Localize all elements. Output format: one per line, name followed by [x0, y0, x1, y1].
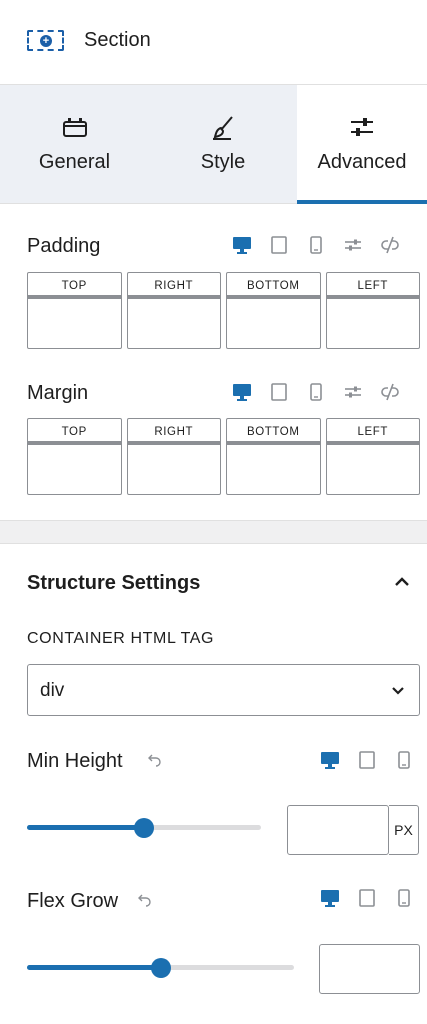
- sliders-settings-icon[interactable]: [343, 382, 363, 402]
- mobile-icon[interactable]: [394, 750, 414, 770]
- margin-top-input[interactable]: [28, 449, 121, 494]
- padding-top-field[interactable]: TOP: [27, 272, 122, 349]
- margin-right-field[interactable]: RIGHT: [126, 418, 221, 495]
- flex-grow-input[interactable]: [319, 944, 420, 994]
- tab-advanced[interactable]: Advanced: [297, 85, 427, 204]
- flex-grow-device-switcher: [320, 888, 414, 908]
- tab-label: Style: [200, 151, 246, 173]
- desktop-icon[interactable]: [320, 888, 340, 908]
- min-height-label: Min Height: [27, 750, 123, 772]
- slider-fill: [27, 825, 144, 830]
- sliders-settings-icon[interactable]: [343, 235, 363, 255]
- section-divider: [0, 520, 427, 544]
- padding-label: Padding: [27, 235, 101, 257]
- unlink-icon[interactable]: [380, 382, 400, 402]
- margin-bottom-field[interactable]: BOTTOM: [226, 418, 321, 495]
- tab-general[interactable]: General: [0, 85, 149, 203]
- reset-icon[interactable]: [145, 752, 163, 770]
- padding-device-switcher: [232, 235, 400, 255]
- min-height-input[interactable]: [287, 805, 389, 855]
- margin-device-switcher: [232, 382, 400, 402]
- padding-top-input[interactable]: [28, 303, 121, 348]
- tablet-icon[interactable]: [357, 750, 377, 770]
- tab-label: Advanced: [317, 151, 407, 173]
- panel-header: + Section: [0, 0, 427, 85]
- padding-bottom-field[interactable]: BOTTOM: [226, 272, 321, 349]
- padding-right-input[interactable]: [128, 303, 221, 348]
- desktop-icon[interactable]: [232, 235, 252, 255]
- tab-label: General: [38, 151, 111, 173]
- margin-inputs: TOP RIGHT BOTTOM LEFT: [27, 418, 420, 495]
- margin-right-input[interactable]: [128, 449, 221, 494]
- block-title: Section: [84, 29, 151, 51]
- tablet-icon[interactable]: [269, 382, 289, 402]
- box-label: RIGHT: [127, 419, 220, 445]
- chevron-up-icon[interactable]: [392, 572, 412, 592]
- mobile-icon[interactable]: [306, 235, 326, 255]
- container-tag-select[interactable]: div: [27, 664, 420, 716]
- slider-handle[interactable]: [134, 817, 154, 838]
- margin-left-input[interactable]: [327, 449, 420, 494]
- inspector-tabs: General Style Advanced: [0, 85, 427, 204]
- margin-label: Margin: [27, 382, 89, 404]
- padding-right-field[interactable]: RIGHT: [126, 272, 221, 349]
- box-label: RIGHT: [127, 273, 220, 299]
- flex-grow-slider[interactable]: [27, 957, 294, 978]
- box-label: LEFT: [326, 273, 419, 299]
- brush-icon: [213, 116, 233, 140]
- tablet-icon[interactable]: [269, 235, 289, 255]
- box-label: TOP: [28, 273, 121, 299]
- slider-fill: [27, 965, 161, 970]
- slider-handle[interactable]: [150, 957, 171, 978]
- desktop-icon[interactable]: [320, 750, 340, 770]
- min-height-device-switcher: [320, 750, 414, 770]
- padding-left-input[interactable]: [327, 303, 420, 348]
- padding-bottom-input[interactable]: [227, 303, 320, 348]
- box-label: LEFT: [326, 419, 419, 445]
- container-tag-label: CONTAINER HTML TAG: [27, 630, 215, 647]
- box-label: TOP: [28, 419, 121, 445]
- desktop-icon[interactable]: [232, 382, 252, 402]
- tablet-icon[interactable]: [357, 888, 377, 908]
- margin-bottom-input[interactable]: [227, 449, 320, 494]
- padding-left-field[interactable]: LEFT: [325, 272, 420, 349]
- toolbox-icon: [62, 118, 87, 137]
- flex-grow-label: Flex Grow: [27, 890, 119, 912]
- sliders-icon: [351, 118, 373, 136]
- box-label: BOTTOM: [227, 419, 320, 445]
- reset-icon[interactable]: [135, 892, 153, 910]
- select-value: div: [40, 680, 65, 701]
- chevron-down-icon: [392, 687, 404, 695]
- tab-style[interactable]: Style: [149, 85, 297, 203]
- structure-settings-title[interactable]: Structure Settings: [27, 572, 200, 595]
- unlink-icon[interactable]: [380, 235, 400, 255]
- unit-selector[interactable]: PX: [389, 805, 419, 855]
- mobile-icon[interactable]: [394, 888, 414, 908]
- margin-top-field[interactable]: TOP: [27, 418, 122, 495]
- padding-inputs: TOP RIGHT BOTTOM LEFT: [27, 272, 420, 349]
- margin-left-field[interactable]: LEFT: [325, 418, 420, 495]
- min-height-slider[interactable]: [27, 817, 261, 838]
- box-label: BOTTOM: [227, 273, 320, 299]
- section-block-icon: +: [27, 30, 64, 51]
- mobile-icon[interactable]: [306, 382, 326, 402]
